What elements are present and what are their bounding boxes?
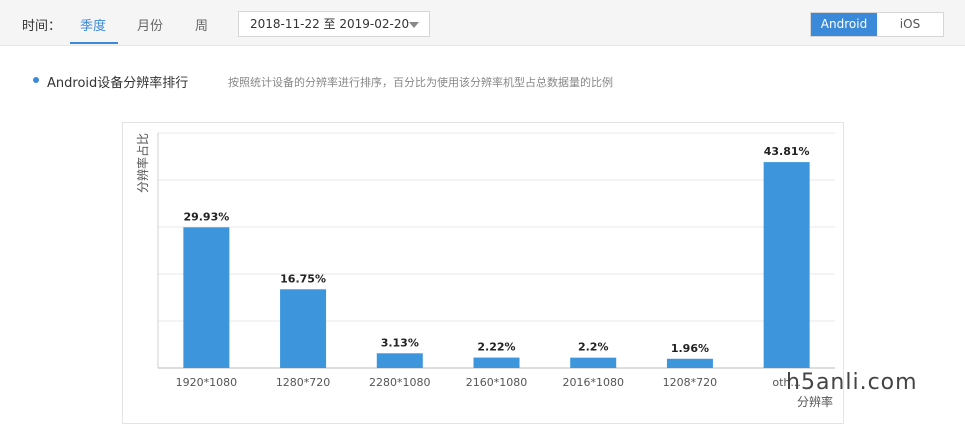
bar-3 [473, 357, 520, 368]
bullet-dot-icon [33, 77, 39, 83]
active-tab-indicator [70, 42, 118, 44]
x-tick-label-0: 1920*1080 [176, 376, 238, 389]
time-label: 时间： [22, 19, 62, 34]
bar-2 [376, 353, 423, 368]
section-title: Android设备分辨率排行 [47, 76, 189, 91]
x-tick-label-3: 2160*1080 [466, 376, 528, 389]
android-button[interactable]: Android [811, 13, 877, 36]
data-label-3: 2.22% [477, 341, 515, 354]
bar-6 [763, 162, 810, 368]
x-tick-label-2: 2280*1080 [369, 376, 431, 389]
caret-down-icon [409, 22, 419, 28]
filter-bar: 时间： 季度 月份 周 2018-11-22 至 2019-02-20 Andr… [0, 0, 965, 46]
data-label-6: 43.81% [764, 145, 810, 158]
tab-quarter[interactable]: 季度 [80, 15, 106, 34]
watermark: h5anli.com [786, 370, 918, 395]
data-label-1: 16.75% [280, 272, 326, 285]
data-label-0: 29.93% [183, 210, 229, 223]
data-label-2: 3.13% [381, 336, 419, 349]
data-label-5: 1.96% [671, 342, 709, 355]
tab-week[interactable]: 周 [195, 15, 208, 34]
date-range-value: 2018-11-22 至 2019-02-20 [250, 17, 410, 31]
x-tick-label-5: 1208*720 [663, 376, 718, 389]
resolution-bar-chart: 29.93% 1920*1080 16.75% 1280*720 3.13% 2280*1… [135, 132, 835, 409]
bar-5 [666, 358, 713, 368]
os-toggle: Android iOS [810, 12, 944, 37]
tab-month[interactable]: 月份 [137, 15, 163, 34]
x-tick-label-1: 1280*720 [276, 376, 331, 389]
bar-1 [280, 289, 327, 368]
x-axis-label: 分辨率 [797, 394, 833, 409]
bar-4 [570, 357, 617, 368]
y-axis-label: 分辨率占比 [135, 133, 150, 193]
date-range-picker[interactable]: 2018-11-22 至 2019-02-20 [238, 11, 430, 37]
x-tick-label-4: 2016*1080 [562, 376, 624, 389]
data-label-4: 2.2% [578, 341, 609, 354]
section-description: 按照统计设备的分辨率进行排序，百分比为使用该分辨率机型占总数据量的比例 [228, 76, 613, 89]
chart-frame: 29.93% 1920*1080 16.75% 1280*720 3.13% 2280*1… [122, 122, 844, 424]
ios-button[interactable]: iOS [877, 13, 943, 36]
bar-0 [183, 227, 230, 368]
